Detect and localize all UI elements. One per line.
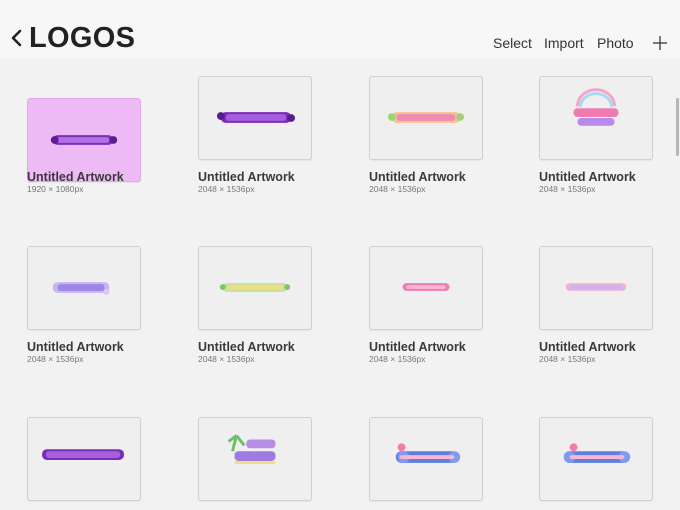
artwork-title: Untitled Artwork <box>369 170 466 184</box>
artwork-title: Untitled Artwork <box>539 340 636 354</box>
artwork-thumbnail-7[interactable] <box>369 246 483 330</box>
artwork-title: Untitled Artwork <box>198 170 295 184</box>
chevron-left-icon[interactable] <box>10 29 24 47</box>
artwork-thumbnail-12[interactable] <box>539 417 653 501</box>
logo-preview-8 <box>565 283 627 291</box>
plus-icon[interactable] <box>652 35 668 51</box>
artwork-thumbnail-4[interactable] <box>539 76 653 160</box>
artwork-thumbnail-11[interactable] <box>369 417 483 501</box>
logo-preview-10 <box>227 434 276 464</box>
artwork-thumbnail-10[interactable] <box>198 417 312 501</box>
logo-preview-3 <box>387 112 465 123</box>
artwork-thumbnail-9[interactable] <box>27 417 141 501</box>
artwork-thumbnail-5[interactable] <box>27 246 141 330</box>
artwork-size: 2048 × 1536px <box>198 354 255 364</box>
select-button[interactable]: Select <box>493 34 532 52</box>
logo-preview-9 <box>42 449 125 460</box>
page-title: LOGOS <box>29 22 136 54</box>
logo-preview-12 <box>563 443 631 463</box>
artwork-title: Untitled Artwork <box>539 170 636 184</box>
logo-preview-11 <box>395 443 461 463</box>
artwork-size: 2048 × 1536px <box>539 354 596 364</box>
artwork-title: Untitled Artwork <box>27 170 124 184</box>
logo-preview-2 <box>216 112 296 123</box>
scrollbar[interactable] <box>676 98 679 156</box>
artwork-size: 2048 × 1536px <box>198 184 255 194</box>
logo-preview-5 <box>52 282 110 295</box>
logo-preview-1 <box>50 135 118 145</box>
logo-preview-4 <box>573 88 619 126</box>
artwork-thumbnail-2[interactable] <box>198 76 312 160</box>
artwork-title: Untitled Artwork <box>369 340 466 354</box>
artwork-size: 2048 × 1536px <box>369 184 426 194</box>
artwork-thumbnail-3[interactable] <box>369 76 483 160</box>
artwork-title: Untitled Artwork <box>198 340 295 354</box>
logo-preview-7 <box>402 283 450 291</box>
top-bar: LOGOS Select Import Photo <box>0 0 680 58</box>
artwork-title: Untitled Artwork <box>27 340 124 354</box>
artwork-thumbnail-6[interactable] <box>198 246 312 330</box>
artwork-size: 2048 × 1536px <box>27 354 84 364</box>
artwork-gallery: Untitled Artwork 1920 × 1080px Untitled … <box>0 58 676 510</box>
import-button[interactable]: Import <box>544 34 584 52</box>
logo-preview-6 <box>219 283 291 292</box>
artwork-size: 2048 × 1536px <box>369 354 426 364</box>
artwork-size: 1920 × 1080px <box>27 184 84 194</box>
artwork-size: 2048 × 1536px <box>539 184 596 194</box>
artwork-thumbnail-8[interactable] <box>539 246 653 330</box>
photo-button[interactable]: Photo <box>597 34 634 52</box>
